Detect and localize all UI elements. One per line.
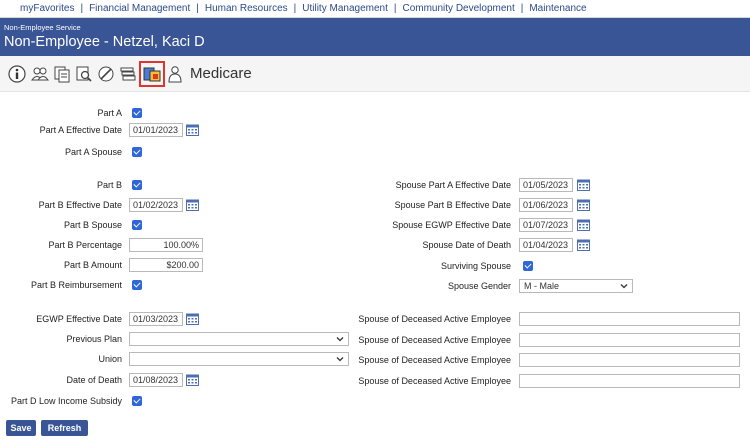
spouse-date-of-death-label: Spouse Date of Death (422, 240, 511, 250)
part-a-checkbox[interactable] (132, 108, 142, 118)
spouse-gender-value: M - Male (524, 281, 560, 291)
calendar-icon[interactable] (577, 239, 590, 251)
spouse-part-b-effective-date-label: Spouse Part B Effective Date (394, 200, 511, 210)
group-icon[interactable] (31, 65, 49, 83)
medicare-icon[interactable] (139, 61, 165, 87)
calendar-icon[interactable] (577, 219, 590, 231)
nav-separator: | (393, 3, 397, 14)
nav-myfavorites[interactable]: myFavorites (20, 3, 74, 14)
nav-human-resources[interactable]: Human Resources (205, 3, 288, 14)
surviving-spouse-checkbox[interactable] (523, 261, 533, 271)
part-d-low-income-subsidy-checkbox[interactable] (132, 396, 142, 406)
egwp-effective-date-label: EGWP Effective Date (36, 314, 122, 324)
part-d-low-income-subsidy-label: Part D Low Income Subsidy (10, 396, 122, 406)
page-header: Non-Employee Service Non-Employee - Netz… (0, 18, 750, 56)
calendar-icon[interactable] (186, 124, 199, 136)
part-b-effective-date-input[interactable]: 01/02/2023 (129, 198, 183, 212)
nav-maintenance[interactable]: Maintenance (529, 3, 586, 14)
spouse-of-deceased-active-employee-input-3[interactable] (519, 353, 740, 367)
spouse-of-deceased-active-employee-label-4: Spouse of Deceased Active Employee (358, 376, 511, 386)
spouse-egwp-effective-date-input[interactable]: 01/07/2023 (519, 218, 573, 232)
chevron-down-icon (336, 357, 344, 362)
page-subtitle: Non-Employee Service (4, 23, 81, 32)
save-button[interactable]: Save (6, 420, 36, 436)
calendar-icon[interactable] (186, 313, 199, 325)
nav-utility-management[interactable]: Utility Management (302, 3, 388, 14)
spouse-part-a-effective-date-input[interactable]: 01/05/2023 (519, 178, 573, 192)
union-label: Union (98, 354, 122, 364)
section-title: Medicare (190, 65, 252, 82)
nav-separator: | (80, 3, 84, 14)
part-b-amount-input[interactable]: $200.00 (129, 258, 203, 272)
page-title: Non-Employee - Netzel, Kaci D (4, 34, 205, 50)
part-b-spouse-checkbox[interactable] (132, 220, 142, 230)
spouse-gender-label: Spouse Gender (447, 281, 511, 291)
search-document-icon[interactable] (75, 65, 93, 83)
spouse-of-deceased-active-employee-label-2: Spouse of Deceased Active Employee (358, 335, 511, 345)
info-icon[interactable] (8, 65, 26, 83)
part-b-reimbursement-label: Part B Reimbursement (30, 280, 122, 290)
part-b-reimbursement-checkbox[interactable] (132, 280, 142, 290)
top-navigation: myFavorites | Financial Management | Hum… (0, 0, 750, 18)
edit-icon[interactable] (97, 65, 115, 83)
spouse-gender-select[interactable]: M - Male (519, 279, 633, 293)
surviving-spouse-label: Surviving Spouse (440, 261, 511, 271)
spouse-part-b-effective-date-input[interactable]: 01/06/2023 (519, 198, 573, 212)
stack-icon[interactable] (119, 65, 137, 83)
nav-community-development[interactable]: Community Development (402, 3, 514, 14)
previous-plan-select[interactable] (129, 332, 349, 346)
part-a-spouse-checkbox[interactable] (132, 147, 142, 157)
spouse-of-deceased-active-employee-input-2[interactable] (519, 333, 740, 347)
person-icon[interactable] (166, 65, 184, 83)
calendar-icon[interactable] (577, 179, 590, 191)
spouse-of-deceased-active-employee-input-4[interactable] (519, 374, 740, 388)
copy-icon[interactable] (53, 65, 71, 83)
spouse-part-a-effective-date-label: Spouse Part A Effective Date (395, 180, 511, 190)
previous-plan-label: Previous Plan (66, 334, 122, 344)
part-a-effective-date-input[interactable]: 01/01/2023 (129, 123, 183, 137)
calendar-icon[interactable] (186, 374, 199, 386)
chevron-down-icon (620, 284, 628, 289)
part-a-spouse-label: Part A Spouse (64, 147, 122, 157)
part-b-percentage-label: Part B Percentage (48, 240, 122, 250)
part-b-label: Part B (96, 180, 122, 190)
calendar-icon[interactable] (577, 199, 590, 211)
spouse-egwp-effective-date-label: Spouse EGWP Effective Date (392, 220, 511, 230)
date-of-death-label: Date of Death (66, 375, 122, 385)
nav-financial-management[interactable]: Financial Management (89, 3, 190, 14)
part-a-label: Part A (97, 108, 122, 118)
nav-separator: | (196, 3, 199, 14)
part-b-percentage-input[interactable]: 100.00% (129, 238, 203, 252)
spouse-of-deceased-active-employee-input-1[interactable] (519, 312, 740, 326)
calendar-icon[interactable] (186, 199, 199, 211)
chevron-down-icon (336, 337, 344, 342)
spouse-date-of-death-input[interactable]: 01/04/2023 (519, 238, 573, 252)
nav-separator: | (520, 3, 524, 14)
nav-separator: | (293, 3, 297, 14)
part-a-effective-date-label: Part A Effective Date (39, 125, 122, 135)
part-b-spouse-label: Part B Spouse (63, 220, 122, 230)
part-b-effective-date-label: Part B Effective Date (38, 200, 122, 210)
part-b-amount-label: Part B Amount (63, 260, 122, 270)
spouse-of-deceased-active-employee-label-1: Spouse of Deceased Active Employee (358, 314, 511, 324)
part-b-checkbox[interactable] (132, 180, 142, 190)
spouse-of-deceased-active-employee-label-3: Spouse of Deceased Active Employee (358, 355, 511, 365)
refresh-button[interactable]: Refresh (41, 420, 88, 436)
egwp-effective-date-input[interactable]: 01/03/2023 (129, 312, 183, 326)
date-of-death-input[interactable]: 01/08/2023 (129, 373, 183, 387)
toolbar: Medicare (0, 56, 750, 92)
union-select[interactable] (129, 352, 349, 366)
